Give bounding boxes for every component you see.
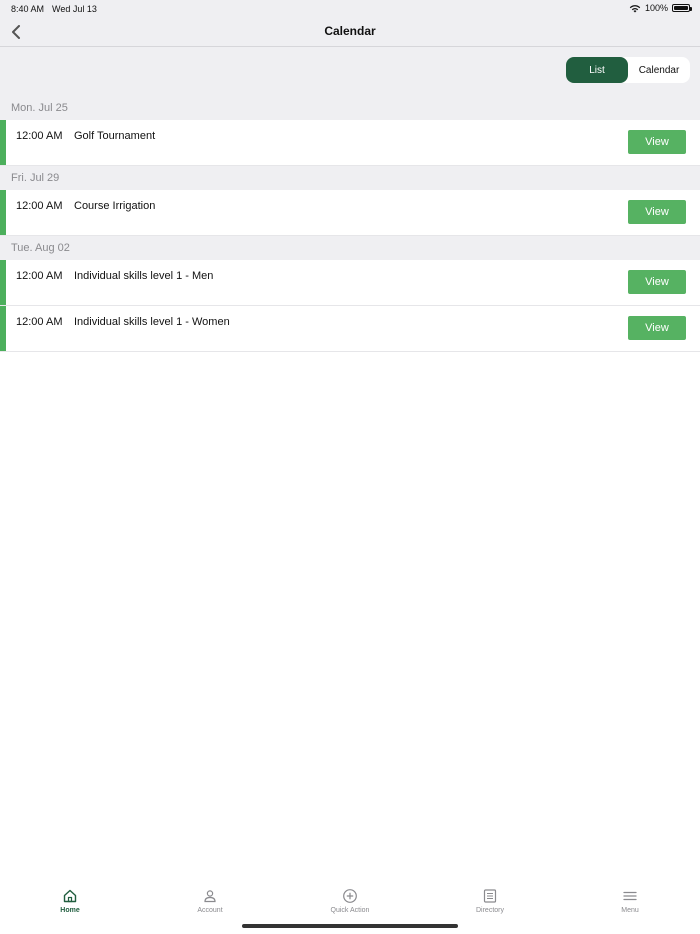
tab-home[interactable]: Home: [0, 888, 140, 924]
tab-quick-action-label: Quick Action: [330, 907, 370, 914]
view-button[interactable]: View: [628, 270, 686, 294]
event-time: 12:00 AM: [16, 270, 63, 282]
page-title: Calendar: [324, 24, 376, 38]
event-title: Golf Tournament: [74, 130, 156, 142]
tab-directory[interactable]: Directory: [420, 888, 560, 924]
tab-menu-label: Menu: [621, 907, 639, 914]
top-bar: 8:40 AM Wed Jul 13 100% Calendar List Ca…: [0, 0, 700, 96]
day-header: Tue. Aug 02: [0, 236, 700, 260]
status-bar: 8:40 AM Wed Jul 13 100%: [0, 0, 700, 18]
plus-circle-icon: [343, 889, 357, 903]
hamburger-icon: [623, 891, 637, 901]
event-color-bar: [0, 190, 6, 235]
home-icon: [63, 889, 77, 903]
status-time: 8:40 AM: [11, 4, 45, 14]
view-segmented-control: List Calendar: [566, 57, 690, 83]
nav-bar: Calendar: [0, 18, 700, 47]
segment-calendar-button[interactable]: Calendar: [628, 57, 690, 83]
event-time: 12:00 AM: [16, 130, 63, 142]
tab-account-label: Account: [197, 907, 223, 914]
tab-home-label: Home: [60, 907, 80, 914]
home-indicator: [242, 924, 458, 928]
status-date: Wed Jul 13: [52, 4, 97, 14]
event-title: Course Irrigation: [74, 200, 156, 212]
tab-directory-label: Directory: [475, 907, 504, 914]
wifi-icon: [629, 4, 641, 12]
day-header: Fri. Jul 29: [0, 166, 700, 190]
list-icon: [483, 889, 497, 903]
event-color-bar: [0, 260, 6, 305]
event-color-bar: [0, 306, 6, 351]
event-title: Individual skills level 1 - Women: [74, 316, 230, 328]
person-icon: [204, 890, 216, 903]
view-button[interactable]: View: [628, 316, 686, 340]
battery-icon: [672, 4, 692, 12]
event-time: 12:00 AM: [16, 316, 63, 328]
segment-list-button[interactable]: List: [566, 57, 628, 83]
event-list: Mon. Jul 25 12:00 AM Golf Tournament Vie…: [0, 96, 700, 352]
event-color-bar: [0, 120, 6, 165]
event-title: Individual skills level 1 - Men: [74, 270, 214, 282]
tab-quick-action[interactable]: Quick Action: [280, 888, 420, 924]
view-button[interactable]: View: [628, 200, 686, 224]
event-row: 12:00 AM Individual skills level 1 - Men…: [0, 260, 700, 306]
day-header: Mon. Jul 25: [0, 96, 700, 120]
tab-account[interactable]: Account: [140, 888, 280, 924]
event-row: 12:00 AM Individual skills level 1 - Wom…: [0, 306, 700, 352]
view-button[interactable]: View: [628, 130, 686, 154]
event-row: 12:00 AM Golf Tournament View: [0, 120, 700, 166]
status-right: 100%: [629, 3, 692, 13]
tab-menu[interactable]: Menu: [560, 888, 700, 924]
event-row: 12:00 AM Course Irrigation View: [0, 190, 700, 236]
event-time: 12:00 AM: [16, 200, 63, 212]
battery-percent: 100%: [644, 3, 668, 13]
